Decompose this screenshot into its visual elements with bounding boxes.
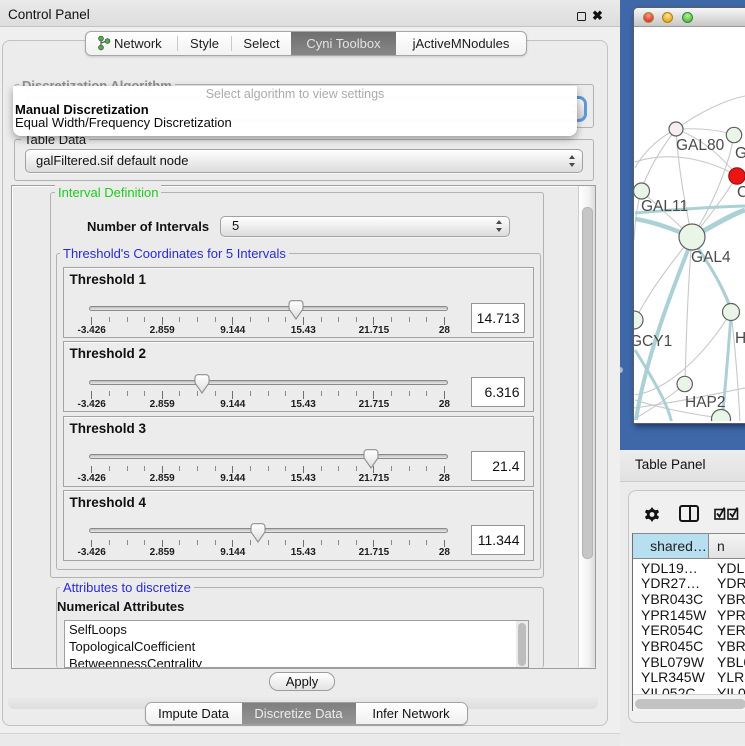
- svg-text:GAL80: GAL80: [676, 137, 725, 154]
- svg-text:GAL11: GAL11: [641, 198, 688, 215]
- svg-text:H: H: [735, 330, 745, 347]
- svg-text:GAL4: GAL4: [691, 249, 731, 266]
- svg-text:GCY1: GCY1: [634, 333, 672, 350]
- svg-text:HAP2: HAP2: [685, 394, 726, 411]
- svg-text:C: C: [737, 184, 745, 201]
- svg-text:GA: GA: [735, 145, 745, 162]
